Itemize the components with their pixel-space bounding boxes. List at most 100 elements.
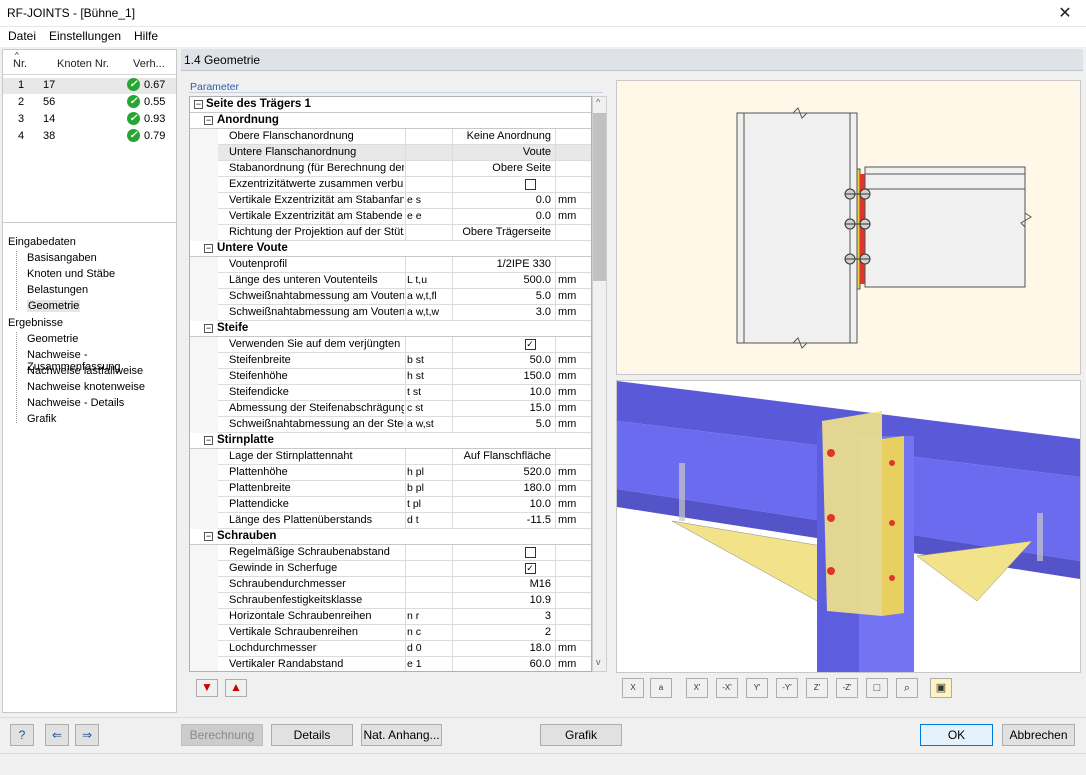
- parameter-row[interactable]: Plattenbreite b pl 180.0 mm: [190, 481, 591, 497]
- parameter-value[interactable]: 1/2IPE 330: [454, 258, 551, 270]
- parameter-row[interactable]: Vertikale Exzentrizität am Stabende e e 0.…: [190, 209, 591, 225]
- node-row-4[interactable]: 4 38 ✓ 0.79: [3, 129, 176, 145]
- node-row-1[interactable]: 1 17 ✓ 0.67: [3, 78, 176, 94]
- node-row-2[interactable]: 2 56 ✓ 0.55: [3, 95, 176, 111]
- parameter-value[interactable]: Obere Seite: [454, 162, 551, 174]
- parameter-value[interactable]: 2: [454, 626, 551, 638]
- parameter-row[interactable]: Exzentrizitätwerte zusammen verbun: [190, 177, 591, 193]
- tree-geometrie-result[interactable]: Geometrie: [27, 333, 78, 345]
- menu-hilfe[interactable]: Hilfe: [134, 29, 158, 43]
- arrow-down-red-button[interactable]: ▼: [196, 679, 218, 697]
- parameter-value[interactable]: Auf Flanschfläche: [454, 450, 551, 462]
- parameter-value[interactable]: 3: [454, 610, 551, 622]
- parameter-row[interactable]: Länge des unteren Voutenteils L t,u 500.0 m…: [190, 273, 591, 289]
- berechnung-button[interactable]: Berechnung: [181, 724, 263, 746]
- parameter-value[interactable]: 10.9: [454, 594, 551, 606]
- parameter-row[interactable]: Gewinde in Scherfuge ✓: [190, 561, 591, 577]
- parameter-value[interactable]: Obere Trägerseite: [454, 226, 551, 238]
- grid-section[interactable]: − Schrauben: [190, 529, 591, 545]
- parameter-value[interactable]: 60.0: [454, 658, 551, 670]
- parameter-row[interactable]: Vertikale Exzentrizität am Stabanfang e s…: [190, 193, 591, 209]
- parameter-value[interactable]: 18.0: [454, 642, 551, 654]
- parameter-row[interactable]: Steifendicke t st 10.0 mm: [190, 385, 591, 401]
- checkbox-checked[interactable]: ✓: [524, 338, 536, 350]
- parameter-value[interactable]: 5.0: [454, 290, 551, 302]
- parameter-value[interactable]: 0.0: [454, 210, 551, 222]
- tree-nachweise-details[interactable]: Nachweise - Details: [27, 397, 124, 409]
- view-zp-button[interactable]: Z': [806, 678, 828, 698]
- parameter-value[interactable]: 180.0: [454, 482, 551, 494]
- help-button[interactable]: ?: [10, 724, 34, 746]
- view-iso-button[interactable]: □: [866, 678, 888, 698]
- nat-anhang-button[interactable]: Nat. Anhang...: [361, 724, 442, 746]
- parameter-row[interactable]: Stabanordnung (für Berechnung der Obere S…: [190, 161, 591, 177]
- parameter-value[interactable]: M16: [454, 578, 551, 590]
- details-button[interactable]: Details: [271, 724, 353, 746]
- view-x-button[interactable]: X: [622, 678, 644, 698]
- grid-section[interactable]: − Steife: [190, 321, 591, 337]
- grid-section[interactable]: − Anordnung: [190, 113, 591, 129]
- parameter-row[interactable]: Schweißnahtabmessung am Voutens a w,t,w 3.…: [190, 305, 591, 321]
- parameter-value[interactable]: 10.0: [454, 498, 551, 510]
- parameter-value[interactable]: -11.5: [454, 514, 551, 526]
- arrow-up-red-button[interactable]: ▲: [225, 679, 247, 697]
- tree-basisangaben[interactable]: Basisangaben: [27, 252, 97, 264]
- parameter-row[interactable]: Regelmäßige Schraubenabstand: [190, 545, 591, 561]
- parameter-row[interactable]: Schweißnahtabmessung an der Steg a w,st 5.…: [190, 417, 591, 433]
- view-mzp-button[interactable]: -Z': [836, 678, 858, 698]
- view-yp-button[interactable]: Y': [746, 678, 768, 698]
- checkbox-cell[interactable]: ✓: [520, 562, 540, 574]
- parameter-value[interactable]: Keine Anordnung: [454, 130, 551, 142]
- node-row-3[interactable]: 3 14 ✓ 0.93: [3, 112, 176, 128]
- tree-geometrie-input[interactable]: Geometrie: [27, 300, 81, 312]
- parameter-value[interactable]: 150.0: [454, 370, 551, 382]
- tree-knoten-staebe[interactable]: Knoten und Stäbe: [27, 268, 115, 280]
- parameter-row[interactable]: Untere Flanschanordnung Voute: [190, 145, 591, 161]
- parameter-value[interactable]: 10.0: [454, 386, 551, 398]
- collapse-icon[interactable]: −: [204, 532, 213, 541]
- tree-eingabedaten[interactable]: Eingabedaten: [8, 236, 76, 248]
- parameter-row[interactable]: Abmessung der Steifenabschrägung c st 15.0…: [190, 401, 591, 417]
- panel-splitter[interactable]: [3, 222, 176, 223]
- tree-grafik[interactable]: Grafik: [27, 413, 56, 425]
- checkbox-unchecked[interactable]: [524, 546, 536, 558]
- export-button[interactable]: ⇒: [75, 724, 99, 746]
- parameter-row[interactable]: Schweißnahtabmessung am Voutenf a w,t,fl 5…: [190, 289, 591, 305]
- parameter-value[interactable]: 0.0: [454, 194, 551, 206]
- parameter-value[interactable]: 15.0: [454, 402, 551, 414]
- grid-scroll-thumb[interactable]: [593, 113, 606, 281]
- close-button[interactable]: ✕: [1044, 0, 1086, 27]
- grafik-button[interactable]: Grafik: [540, 724, 622, 746]
- view-a-button[interactable]: a: [650, 678, 672, 698]
- parameter-row[interactable]: Verwenden Sie auf dem verjüngten I ✓: [190, 337, 591, 353]
- view-xp-button[interactable]: X': [686, 678, 708, 698]
- parameter-row[interactable]: Länge des Plattenüberstands d t -11.5 mm: [190, 513, 591, 529]
- parameter-row[interactable]: Plattendicke t pl 10.0 mm: [190, 497, 591, 513]
- scroll-up-icon[interactable]: ^: [596, 97, 600, 107]
- parameter-row[interactable]: Richtung der Projektion auf der Stütz Obe…: [190, 225, 591, 241]
- parameter-value[interactable]: 520.0: [454, 466, 551, 478]
- parameter-row[interactable]: Horizontale Schraubenreihen n r 3: [190, 609, 591, 625]
- collapse-icon[interactable]: −: [204, 244, 213, 253]
- collapse-icon[interactable]: −: [204, 324, 213, 333]
- column-header-verh[interactable]: Verh...: [133, 58, 165, 78]
- checkbox-cell[interactable]: ✓: [520, 338, 540, 350]
- collapse-icon[interactable]: −: [204, 436, 213, 445]
- grid-section[interactable]: − Untere Voute: [190, 241, 591, 257]
- checkbox-unchecked[interactable]: [524, 178, 536, 190]
- parameter-value[interactable]: 3.0: [454, 306, 551, 318]
- grid-section[interactable]: − Stirnplatte: [190, 433, 591, 449]
- view-mxp-button[interactable]: -X': [716, 678, 738, 698]
- parameter-row[interactable]: Vertikaler Randabstand e 1 60.0 mm: [190, 657, 591, 671]
- parameter-value[interactable]: 500.0: [454, 274, 551, 286]
- parameter-row[interactable]: Lochdurchmesser d 0 18.0 mm: [190, 641, 591, 657]
- parameter-value[interactable]: 5.0: [454, 418, 551, 430]
- column-header-knoten[interactable]: Knoten Nr.: [57, 58, 109, 78]
- parameter-value[interactable]: 50.0: [454, 354, 551, 366]
- grid-section-seite-traeger[interactable]: − Seite des Trägers 1: [190, 97, 591, 113]
- checkbox-cell[interactable]: [520, 178, 540, 190]
- joint-3d-view[interactable]: [616, 380, 1081, 673]
- parameter-row[interactable]: Vertikale Schraubenreihen n c 2: [190, 625, 591, 641]
- parameter-row[interactable]: Steifenhöhe h st 150.0 mm: [190, 369, 591, 385]
- tree-nachweise-knotenweise[interactable]: Nachweise knotenweise: [27, 381, 145, 393]
